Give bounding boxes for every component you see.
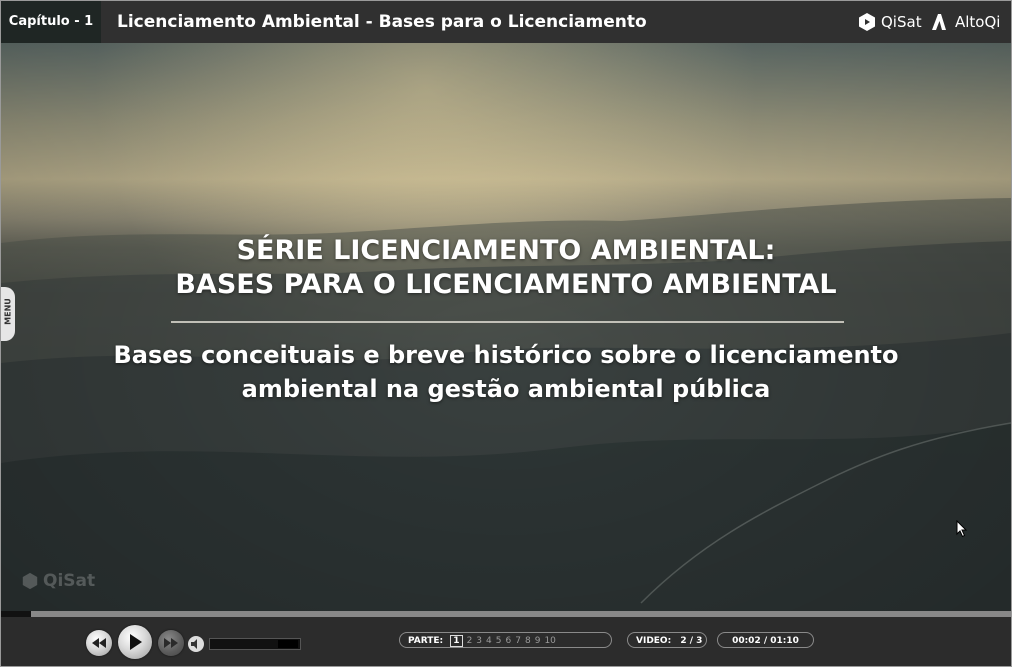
part-item[interactable]: 4	[486, 633, 492, 649]
qisat-logo: QiSat	[857, 10, 922, 34]
part-item[interactable]: 7	[515, 633, 521, 649]
mouse-cursor-icon	[956, 520, 968, 538]
qisat-logo-icon	[859, 13, 875, 31]
part-item[interactable]: 9	[535, 633, 541, 649]
slide-title-line-1: SÉRIE LICENCIAMENTO AMBIENTAL:	[236, 235, 776, 266]
qisat-watermark-text: QiSat	[43, 571, 96, 591]
time-display: 00:02 / 01:10	[717, 632, 814, 648]
menu-tab-label: MENU	[3, 298, 13, 325]
fast-forward-icon	[164, 638, 178, 648]
altoqi-logo-text: AltoQi	[955, 13, 1001, 31]
qisat-watermark-icon	[22, 572, 38, 590]
part-item[interactable]: 2	[467, 633, 473, 649]
rewind-icon	[92, 638, 106, 648]
play-icon	[130, 634, 142, 650]
part-item[interactable]: 10	[544, 633, 555, 649]
part-item[interactable]: 8	[525, 633, 531, 649]
rewind-button[interactable]	[86, 630, 112, 656]
qisat-watermark: QiSat	[21, 571, 95, 591]
page-title: Licenciamento Ambiental - Bases para o L…	[117, 12, 647, 32]
part-item[interactable]: 1	[450, 635, 463, 647]
control-bar: PARTE: 1 2 3 4 5 6 7 8 9 10 VIDEO: 2 / 3 00:02 / …	[1, 617, 1011, 666]
fast-forward-button[interactable]	[158, 630, 184, 656]
part-item[interactable]: 5	[496, 633, 502, 649]
volume-level	[278, 640, 298, 648]
parts-list: 1 2 3 4 5 6 7 8 9 10	[446, 633, 556, 649]
parts-label: PARTE:	[408, 636, 444, 646]
part-item[interactable]: 6	[506, 633, 512, 649]
video-label: VIDEO:	[636, 636, 672, 646]
chapter-label: Capítulo - 1	[1, 1, 101, 43]
volume-slider[interactable]	[209, 638, 301, 650]
header-bar: Capítulo - 1 Licenciamento Ambiental - B…	[1, 1, 1011, 43]
volume-icon[interactable]	[187, 635, 205, 653]
qisat-logo-text: QiSat	[881, 13, 922, 31]
video-area[interactable]: SÉRIE LICENCIAMENTO AMBIENTAL: BASES PAR…	[1, 43, 1011, 611]
video-value: 2 / 3	[680, 636, 703, 646]
altoqi-logo-icon	[932, 14, 946, 30]
video-vignette	[1, 43, 1011, 611]
play-button[interactable]	[118, 625, 152, 659]
part-item[interactable]: 3	[476, 633, 482, 649]
slide-subtitle-line-2: ambiental na gestão ambiental pública	[241, 375, 771, 403]
title-divider	[171, 321, 844, 323]
video-counter: VIDEO: 2 / 3	[627, 632, 707, 648]
slide-subtitle-line-1: Bases conceituais e breve histórico sobr…	[113, 341, 899, 369]
video-player: Capítulo - 1 Licenciamento Ambiental - B…	[0, 0, 1012, 667]
menu-tab[interactable]: MENU	[1, 287, 15, 341]
altoqi-logo: AltoQi	[931, 10, 1000, 34]
parts-selector: PARTE: 1 2 3 4 5 6 7 8 9 10	[399, 632, 612, 648]
slide-title-line-2: BASES PARA O LICENCIAMENTO AMBIENTAL	[175, 269, 837, 300]
